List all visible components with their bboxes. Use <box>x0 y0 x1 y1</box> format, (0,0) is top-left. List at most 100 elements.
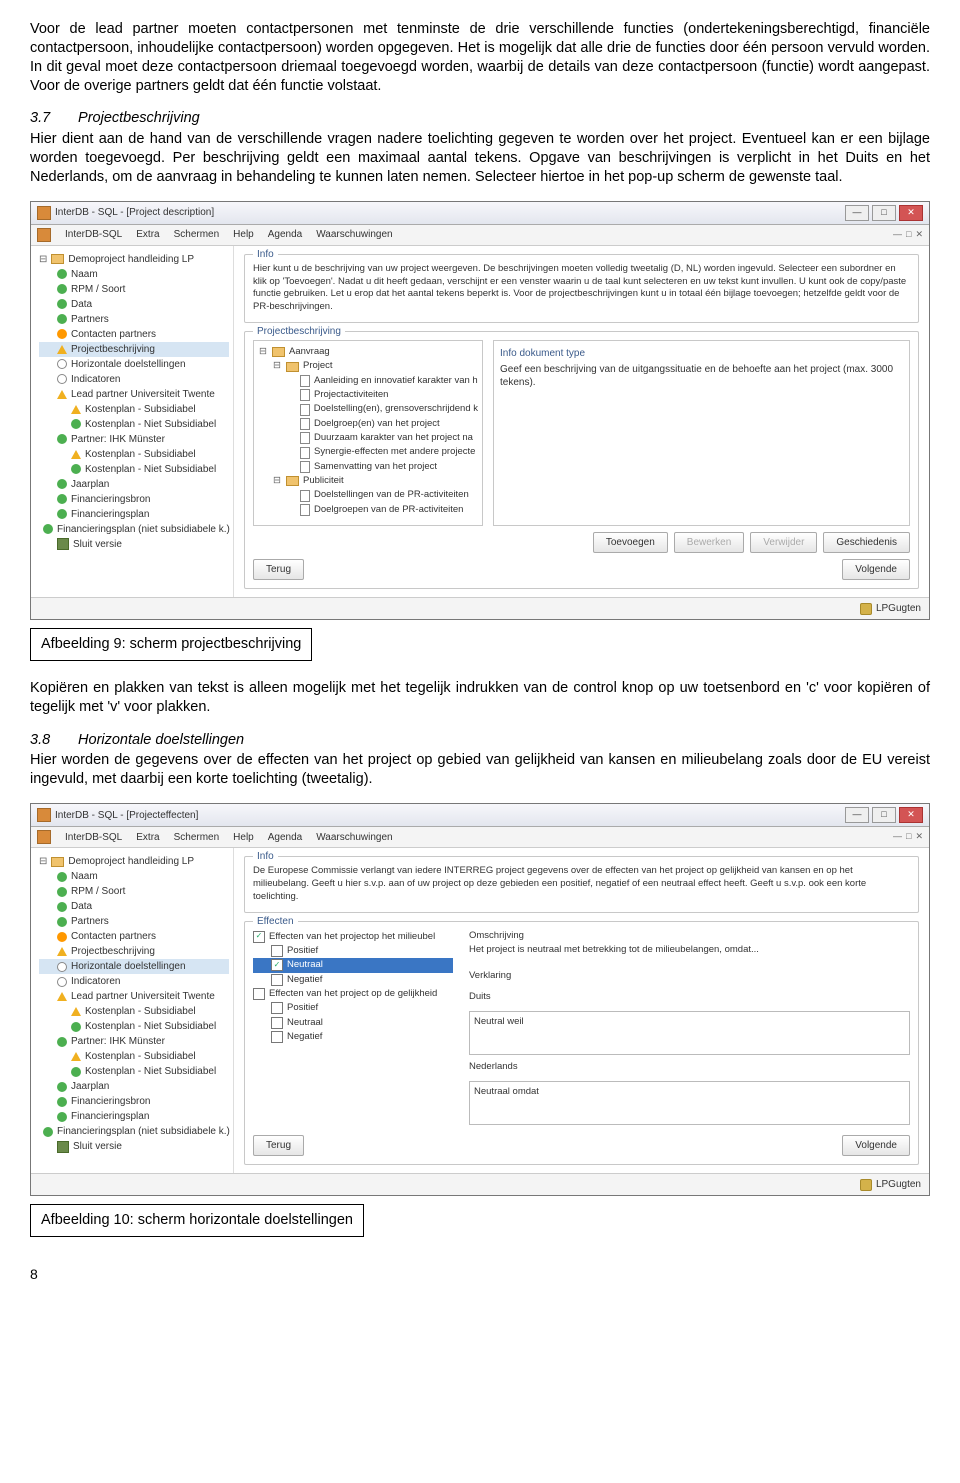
tree-item[interactable]: Kostenplan - Niet Subsidiabel <box>39 1064 229 1079</box>
tree-item[interactable]: RPM / Soort <box>39 282 229 297</box>
expand-icon[interactable]: ⊟ <box>272 475 282 487</box>
checkbox-negatief[interactable] <box>271 1031 283 1043</box>
app-icon <box>37 830 51 844</box>
add-button[interactable]: Toevoegen <box>593 532 668 553</box>
tree-item[interactable]: Horizontale doelstellingen <box>39 959 229 974</box>
tree-item[interactable]: Kostenplan - Subsidiabel <box>39 1049 229 1064</box>
back-button[interactable]: Terug <box>253 1135 304 1156</box>
menu-waarschuwingen[interactable]: Waarschuwingen <box>316 831 392 844</box>
tree-item[interactable]: Kostenplan - Subsidiabel <box>39 1004 229 1019</box>
checkbox-milieu[interactable] <box>253 931 265 943</box>
tree-item[interactable]: Financieringsplan (niet subsidiabele k.) <box>39 1124 229 1139</box>
checkbox-neutraal[interactable] <box>271 1017 283 1029</box>
opt-neutraal: Neutraal <box>287 959 323 971</box>
duits-textarea[interactable]: Neutral weil <box>469 1011 910 1055</box>
back-button[interactable]: Terug <box>253 559 304 580</box>
sub-min-icon[interactable]: — <box>893 831 902 843</box>
tree-item[interactable]: RPM / Soort <box>39 884 229 899</box>
minimize-button[interactable]: — <box>845 205 869 221</box>
checkbox-positief[interactable] <box>271 945 283 957</box>
tree-item[interactable]: Partner: IHK Münster <box>39 1034 229 1049</box>
sub-min-icon[interactable]: — <box>893 229 902 241</box>
checkbox-gelijkheid[interactable] <box>253 988 265 1000</box>
minimize-button[interactable]: — <box>845 807 869 823</box>
tree-item[interactable]: Jaarplan <box>39 477 229 492</box>
maximize-button[interactable]: □ <box>872 807 896 823</box>
tree-item[interactable]: Contacten partners <box>39 327 229 342</box>
effects-tree[interactable]: Effecten van het projectop het milieubel… <box>253 930 453 1126</box>
tree-item[interactable]: Horizontale doelstellingen <box>39 357 229 372</box>
tree-item[interactable]: Financieringsplan <box>39 1109 229 1124</box>
tree-item[interactable]: Indicatoren <box>39 974 229 989</box>
tree-item[interactable]: Indicatoren <box>39 372 229 387</box>
desc-tree-item[interactable]: Doelgroep(en) van het project <box>258 417 478 431</box>
desc-tree-item[interactable]: Duurzaam karakter van het project na <box>258 431 478 445</box>
delete-button[interactable]: Verwijder <box>750 532 817 553</box>
tree-item[interactable]: Kostenplan - Niet Subsidiabel <box>39 462 229 477</box>
menu-schermen[interactable]: Schermen <box>174 228 220 241</box>
description-tree[interactable]: ⊟Aanvraag⊟ProjectAanleiding en innovatie… <box>253 340 483 526</box>
nederlands-textarea[interactable]: Neutraal omdat <box>469 1081 910 1125</box>
menu-agenda[interactable]: Agenda <box>268 831 302 844</box>
tree-item[interactable]: Naam <box>39 869 229 884</box>
desc-tree-item[interactable]: ⊟Publiciteit <box>258 474 478 488</box>
close-button[interactable]: ✕ <box>899 205 923 221</box>
history-button[interactable]: Geschiedenis <box>823 532 910 553</box>
desc-tree-item[interactable]: ⊟Project <box>258 359 478 373</box>
sub-max-icon[interactable]: □ <box>906 229 911 241</box>
close-button[interactable]: ✕ <box>899 807 923 823</box>
sub-close-icon[interactable]: ✕ <box>915 229 923 241</box>
menu-agenda[interactable]: Agenda <box>268 228 302 241</box>
tree-item[interactable]: Naam <box>39 267 229 282</box>
tree-item[interactable]: Kostenplan - Subsidiabel <box>39 447 229 462</box>
menu-extra[interactable]: Extra <box>136 831 159 844</box>
checkbox-neutraal[interactable] <box>271 959 283 971</box>
desc-tree-item[interactable]: Doelstellingen van de PR-activiteiten <box>258 488 478 502</box>
tree-item[interactable]: Financieringsbron <box>39 1094 229 1109</box>
folder-icon <box>51 857 64 867</box>
maximize-button[interactable]: □ <box>872 205 896 221</box>
menu-schermen[interactable]: Schermen <box>174 831 220 844</box>
edit-button[interactable]: Bewerken <box>674 532 744 553</box>
desc-tree-item[interactable]: Synergie-effecten met andere projecte <box>258 445 478 459</box>
desc-tree-item[interactable]: ⊟Aanvraag <box>258 345 478 359</box>
tree-item[interactable]: Partner: IHK Münster <box>39 432 229 447</box>
sub-max-icon[interactable]: □ <box>906 831 911 843</box>
navigation-tree[interactable]: ⊟Demoproject handleiding LPNaamRPM / Soo… <box>31 246 234 597</box>
tree-item[interactable]: Partners <box>39 914 229 929</box>
tree-item[interactable]: Contacten partners <box>39 929 229 944</box>
tree-item[interactable]: Jaarplan <box>39 1079 229 1094</box>
tree-item[interactable]: Lead partner Universiteit Twente <box>39 989 229 1004</box>
tree-item[interactable]: Sluit versie <box>39 537 229 552</box>
tree-item[interactable]: Data <box>39 899 229 914</box>
desc-tree-item[interactable]: Projectactiviteiten <box>258 388 478 402</box>
expand-icon[interactable]: ⊟ <box>272 360 282 372</box>
sub-close-icon[interactable]: ✕ <box>915 831 923 843</box>
tree-item[interactable]: Partners <box>39 312 229 327</box>
tree-item[interactable]: Financieringsplan <box>39 507 229 522</box>
checkbox-negatief[interactable] <box>271 974 283 986</box>
tree-item[interactable]: Data <box>39 297 229 312</box>
tree-item[interactable]: Financieringsplan (niet subsidiabele k.) <box>39 522 229 537</box>
tree-item[interactable]: Projectbeschrijving <box>39 342 229 357</box>
tree-item[interactable]: Kostenplan - Niet Subsidiabel <box>39 417 229 432</box>
tree-item[interactable]: Kostenplan - Subsidiabel <box>39 402 229 417</box>
tree-item[interactable]: Lead partner Universiteit Twente <box>39 387 229 402</box>
tree-item[interactable]: Kostenplan - Niet Subsidiabel <box>39 1019 229 1034</box>
next-button[interactable]: Volgende <box>842 559 910 580</box>
tree-item[interactable]: Financieringsbron <box>39 492 229 507</box>
desc-tree-item[interactable]: Aanleiding en innovatief karakter van h <box>258 374 478 388</box>
menu-waarschuwingen[interactable]: Waarschuwingen <box>316 228 392 241</box>
menu-extra[interactable]: Extra <box>136 228 159 241</box>
checkbox-positief[interactable] <box>271 1002 283 1014</box>
navigation-tree[interactable]: ⊟Demoproject handleiding LPNaamRPM / Soo… <box>31 848 234 1173</box>
tree-item[interactable]: Projectbeschrijving <box>39 944 229 959</box>
expand-icon[interactable]: ⊟ <box>258 346 268 358</box>
desc-tree-item[interactable]: Samenvatting van het project <box>258 460 478 474</box>
desc-tree-item[interactable]: Doelgroepen van de PR-activiteiten <box>258 503 478 517</box>
menu-help[interactable]: Help <box>233 831 254 844</box>
next-button[interactable]: Volgende <box>842 1135 910 1156</box>
menu-help[interactable]: Help <box>233 228 254 241</box>
desc-tree-item[interactable]: Doelstelling(en), grensoverschrijdend k <box>258 402 478 416</box>
tree-item[interactable]: Sluit versie <box>39 1139 229 1154</box>
